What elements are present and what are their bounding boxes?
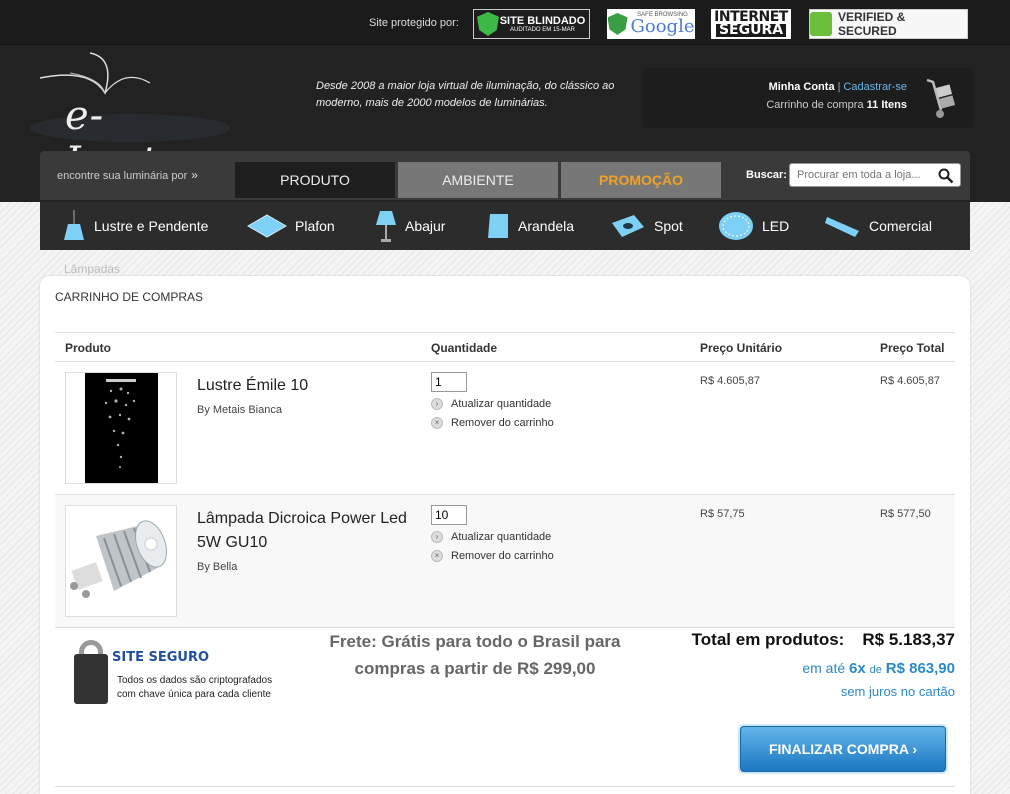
category-comercial[interactable]: Comercial bbox=[825, 202, 932, 250]
col-produto: Produto bbox=[65, 341, 111, 355]
wall-lamp-icon bbox=[488, 214, 508, 238]
arrow-icon: › bbox=[431, 398, 443, 410]
tab-promocao[interactable]: PROMOÇÃO bbox=[561, 162, 721, 198]
shield-icon bbox=[477, 12, 499, 36]
tab-ambiente[interactable]: AMBIENTE bbox=[398, 162, 558, 198]
cart-table-header: Produto Quantidade Preço Unitário Preço … bbox=[55, 332, 955, 362]
register-link[interactable]: Cadastrar-se bbox=[843, 81, 907, 93]
cart-title: CARRINHO DE COMPRAS bbox=[55, 290, 204, 304]
arrow-icon: › bbox=[431, 531, 443, 543]
no-interest-label: sem juros no cartão bbox=[840, 684, 955, 699]
product-brand: By Metais Bianca bbox=[197, 404, 282, 416]
update-quantity-link[interactable]: › Atualizar quantidade bbox=[431, 531, 551, 543]
site-blindado-badge[interactable]: SITE BLINDADO AUDITADO EM 15-MAR bbox=[473, 9, 590, 39]
tagline: Desde 2008 a maior loja virtual de ilumi… bbox=[316, 80, 615, 109]
total-products: Total em produtos: R$ 5.183,37 bbox=[691, 630, 955, 649]
search-icon[interactable] bbox=[938, 168, 954, 184]
padlock-icon bbox=[74, 654, 108, 704]
site-header: Site protegido por: SITE BLINDADO AUDITAD… bbox=[0, 0, 1010, 202]
product-brand: By Bella bbox=[197, 561, 238, 573]
shipping-info: Frete: Grátis para todo o Brasil para co… bbox=[329, 632, 621, 678]
table-lamp-icon bbox=[376, 211, 396, 242]
led-panel-icon bbox=[719, 212, 753, 240]
total-price: R$ 4.605,87 bbox=[880, 375, 940, 387]
unit-price: R$ 4.605,87 bbox=[700, 375, 760, 387]
installments-info: em até 6x de R$ 863,90 bbox=[802, 660, 955, 677]
category-spot[interactable]: Spot bbox=[610, 202, 683, 250]
ghost-category-label: Lâmpadas bbox=[64, 262, 121, 276]
main-nav: encontre sua luminária por» PRODUTO AMBI… bbox=[40, 151, 970, 200]
category-plafon[interactable]: Plafon bbox=[247, 202, 335, 250]
godaddy-verified-badge[interactable]: VERIFIED & SECURED bbox=[809, 9, 968, 39]
security-bar: Site protegido por: SITE BLINDADO AUDITAD… bbox=[0, 0, 1010, 45]
spotlight-icon bbox=[612, 215, 644, 237]
site-seguro-seal[interactable]: SITE SEGURO Todos os dados são criptogra… bbox=[70, 636, 280, 708]
hand-truck-icon[interactable] bbox=[923, 76, 959, 120]
search-label: Buscar: bbox=[746, 169, 787, 181]
search-input[interactable] bbox=[797, 165, 937, 185]
divider bbox=[55, 786, 955, 787]
category-lustre-pendente[interactable]: Lustre e Pendente bbox=[62, 202, 208, 250]
chandelier-photo bbox=[85, 373, 158, 483]
total-price: R$ 577,50 bbox=[880, 508, 931, 520]
category-led[interactable]: LED bbox=[718, 202, 789, 250]
site-logo[interactable]: e-Lustre bbox=[30, 48, 240, 185]
checkmark-shield-icon bbox=[607, 13, 628, 35]
search-box bbox=[789, 163, 961, 187]
fluorescent-fixture-icon bbox=[825, 217, 859, 237]
update-quantity-link[interactable]: › Atualizar quantidade bbox=[431, 398, 551, 410]
google-safe-browsing-badge[interactable]: SAFE BROWSING Google bbox=[607, 9, 695, 39]
category-bar: Lustre e Pendente Plafon Abajur Arandela… bbox=[40, 202, 970, 250]
padlock-icon bbox=[810, 12, 832, 36]
col-preco-unitario: Preço Unitário bbox=[700, 341, 783, 355]
account-links: Minha Conta | Cadastrar-se bbox=[768, 81, 907, 93]
security-label: Site protegido por: bbox=[369, 17, 459, 29]
total-value: R$ 5.183,37 bbox=[862, 630, 955, 649]
quantity-input[interactable] bbox=[431, 505, 467, 525]
quantity-input[interactable] bbox=[431, 372, 467, 392]
my-account-link[interactable]: Minha Conta bbox=[769, 81, 835, 93]
product-name[interactable]: Lâmpada Dicroica Power Led 5W GU10 bbox=[197, 507, 427, 555]
col-preco-total: Preço Total bbox=[880, 341, 945, 355]
internet-segura-badge[interactable]: INTERNET SEGURA bbox=[711, 9, 791, 39]
remove-item-link[interactable]: × Remover do carrinho bbox=[431, 550, 554, 562]
pendant-lamp-icon bbox=[64, 210, 84, 240]
product-image[interactable] bbox=[65, 505, 177, 617]
led-bulb-photo bbox=[70, 520, 169, 604]
cart-summary[interactable]: Carrinho de compra 11 Itens bbox=[766, 99, 907, 111]
remove-item-link[interactable]: × Remover do carrinho bbox=[431, 417, 554, 429]
find-label: encontre sua luminária por» bbox=[57, 168, 198, 182]
double-chevron-icon: » bbox=[191, 168, 198, 182]
cart-row: Lâmpada Dicroica Power Led 5W GU10 By Be… bbox=[55, 495, 955, 628]
category-abajur[interactable]: Abajur bbox=[375, 202, 445, 250]
checkout-button[interactable]: FINALIZAR COMPRA › bbox=[740, 726, 946, 772]
close-icon: × bbox=[431, 550, 443, 562]
account-box: Minha Conta | Cadastrar-se Carrinho de com… bbox=[643, 68, 973, 128]
close-icon: × bbox=[431, 417, 443, 429]
col-quantidade: Quantidade bbox=[431, 341, 498, 355]
cart-count: 11 Itens bbox=[866, 99, 907, 111]
category-arandela[interactable]: Arandela bbox=[486, 202, 574, 250]
ceiling-light-icon bbox=[247, 214, 287, 238]
cart-row: Lustre Émile 10 By Metais Bianca ›Atuali… bbox=[55, 362, 955, 495]
tab-produto[interactable]: PRODUTO bbox=[235, 162, 395, 198]
unit-price: R$ 57,75 bbox=[700, 508, 745, 520]
product-image[interactable] bbox=[65, 372, 177, 484]
cart-panel: CARRINHO DE COMPRAS Produto Quantidade P… bbox=[40, 276, 970, 794]
product-name[interactable]: Lustre Émile 10 bbox=[197, 374, 427, 398]
